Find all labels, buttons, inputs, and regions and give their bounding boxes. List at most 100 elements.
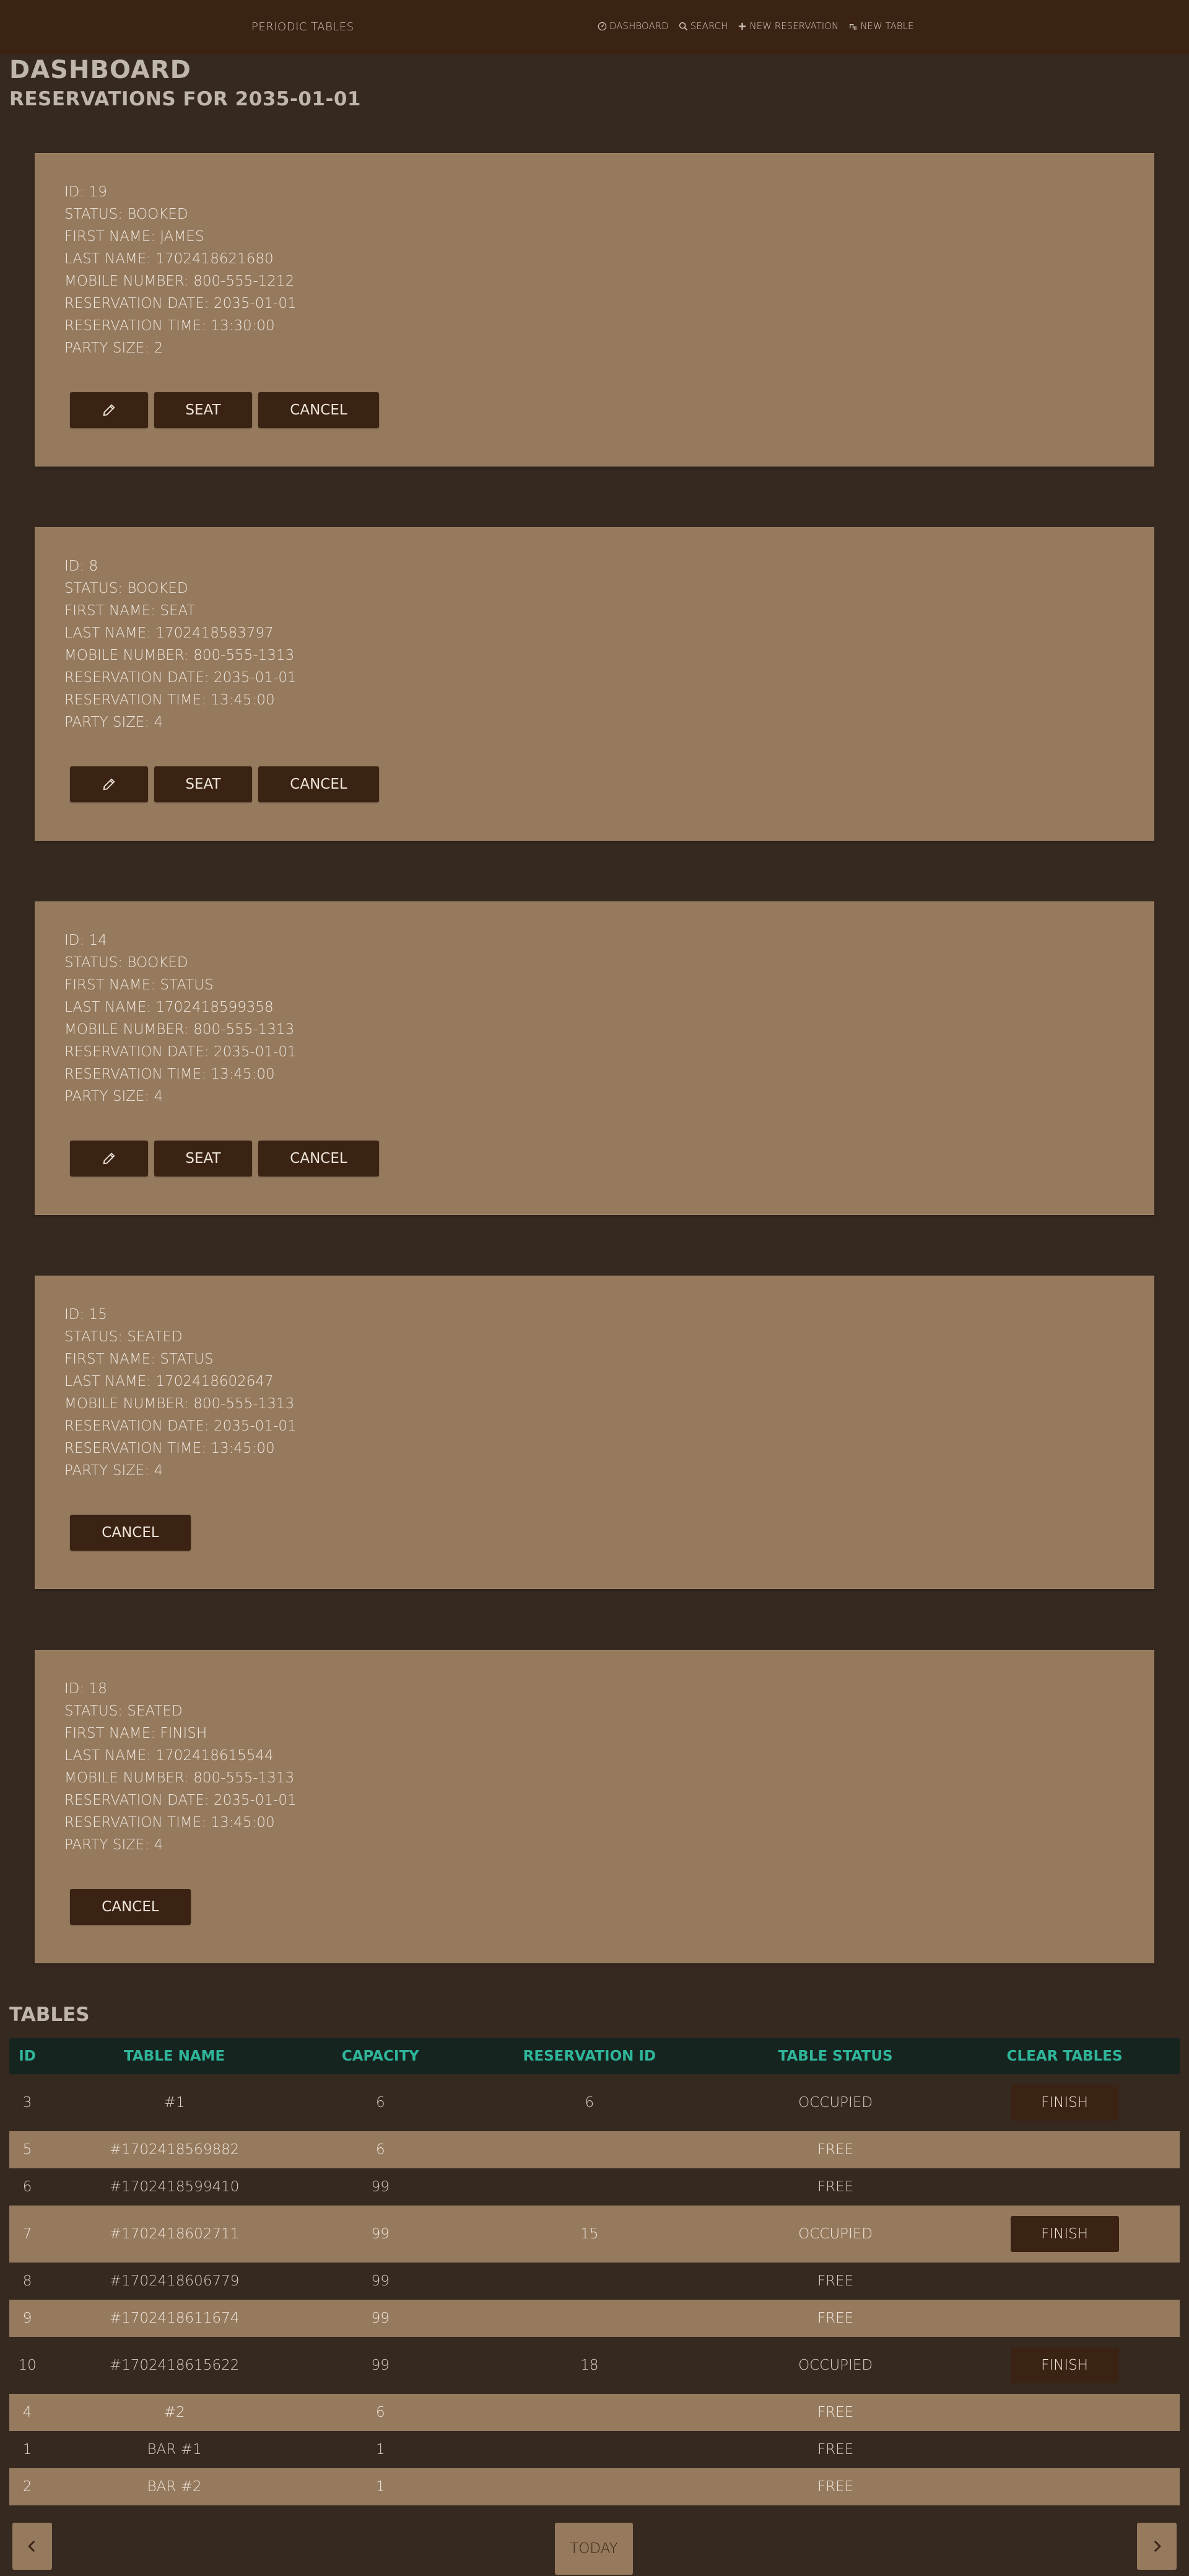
clear-table-cell (949, 2263, 1180, 2300)
reservation-party-size: PARTY SIZE: 4 (64, 1837, 163, 1853)
table-reservation-id-cell: 6 (457, 2074, 722, 2131)
table-reservation-id-cell (457, 2394, 722, 2431)
cancel-button[interactable]: CANCEL (258, 392, 379, 428)
reservation-party-size: PARTY SIZE: 4 (64, 1089, 163, 1105)
reservation-card: ID: 8 STATUS: BOOKED FIRST NAME: SEAT LA… (35, 527, 1154, 841)
table-status-cell: OCCUPIED (721, 2206, 950, 2263)
table-capacity-cell: 6 (303, 2131, 458, 2168)
reservation-status: STATUS: BOOKED (64, 580, 188, 597)
reservation-time: RESERVATION TIME: 13:45:00 (64, 1440, 275, 1457)
reservation-date: RESERVATION DATE: 2035-01-01 (64, 1418, 297, 1434)
reservation-first-name: FIRST NAME: SEAT (64, 603, 196, 619)
clear-table-cell (949, 2168, 1180, 2206)
page-title: DASHBOARD (9, 56, 191, 84)
table-name-cell: #1 (45, 2074, 303, 2131)
clear-table-cell: FINISH (949, 2074, 1180, 2131)
table-status-cell: OCCUPIED (721, 2337, 950, 2394)
cancel-button[interactable]: CANCEL (258, 766, 379, 802)
reservation-card: ID: 15 STATUS: SEATED FIRST NAME: STATUS… (35, 1276, 1154, 1589)
table-status-cell: FREE (721, 2131, 950, 2168)
reservation-card: ID: 18 STATUS: SEATED FIRST NAME: FINISH… (35, 1650, 1154, 1963)
brand-title[interactable]: PERIODIC TABLES (251, 20, 354, 33)
cancel-button[interactable]: CANCEL (70, 1889, 191, 1925)
reservation-time: RESERVATION TIME: 13:30:00 (64, 318, 275, 334)
finish-button[interactable]: FINISH (1010, 2216, 1119, 2252)
cancel-button[interactable]: CANCEL (258, 1141, 379, 1176)
table-capacity-cell: 99 (303, 2206, 458, 2263)
reservation-status: STATUS: BOOKED (64, 955, 188, 971)
table-capacity-cell: 99 (303, 2263, 458, 2300)
chevron-right-icon (1154, 2540, 1161, 2552)
table-capacity-cell: 1 (303, 2468, 458, 2505)
table-id-cell: 6 (9, 2168, 46, 2206)
table-id-cell: 5 (9, 2131, 46, 2168)
table-capacity-cell: 99 (303, 2300, 458, 2337)
table-capacity-cell: 99 (303, 2168, 458, 2206)
today-button[interactable]: TODAY (555, 2523, 633, 2575)
reservation-id: ID: 18 (64, 1681, 107, 1697)
nav-new-table-link[interactable]: NEW TABLE (848, 20, 913, 32)
clear-table-cell (949, 2431, 1180, 2468)
nav-dashboard-link[interactable]: DASHBOARD (598, 20, 669, 32)
reservation-id: ID: 15 (64, 1307, 107, 1323)
nav-new-table-label: NEW TABLE (860, 20, 914, 32)
reservation-time: RESERVATION TIME: 13:45:00 (64, 692, 275, 708)
nav-new-reservation-label: NEW RESERVATION (749, 20, 839, 32)
page-subtitle: RESERVATIONS FOR 2035-01-01 (9, 88, 361, 110)
reservation-date: RESERVATION DATE: 2035-01-01 (64, 296, 297, 312)
table-id-cell: 9 (9, 2300, 46, 2337)
seat-button[interactable]: SEAT (154, 1141, 252, 1176)
reservation-mobile: MOBILE NUMBER: 800-555-1313 (64, 1770, 295, 1786)
table-row: 4 #2 6 FREE (9, 2394, 1180, 2431)
pencil-icon (103, 404, 115, 416)
table-id-cell: 2 (9, 2468, 46, 2505)
table-name-cell: #1702418602711 (45, 2206, 303, 2263)
clear-table-cell (949, 2394, 1180, 2431)
reservation-card: ID: 14 STATUS: BOOKED FIRST NAME: STATUS… (35, 901, 1154, 1215)
table-row: 5 #1702418569882 6 FREE (9, 2131, 1180, 2168)
table-id-cell: 1 (9, 2431, 46, 2468)
nav-new-reservation-link[interactable]: NEW RESERVATION (738, 20, 838, 32)
table-row: 9 #1702418611674 99 FREE (9, 2300, 1180, 2337)
reservation-mobile: MOBILE NUMBER: 800-555-1212 (64, 273, 295, 289)
reservation-last-name: LAST NAME: 1702418602647 (64, 1373, 274, 1390)
reservation-mobile: MOBILE NUMBER: 800-555-1313 (64, 1396, 295, 1412)
column-header-id: ID (9, 2038, 46, 2074)
table-reservation-id-cell (457, 2468, 722, 2505)
search-icon (679, 22, 687, 30)
reservation-last-name: LAST NAME: 1702418599358 (64, 999, 274, 1015)
nav-search-link[interactable]: SEARCH (679, 20, 728, 32)
table-name-cell: BAR #1 (45, 2431, 303, 2468)
reservation-first-name: FIRST NAME: FINISH (64, 1725, 207, 1741)
reservation-mobile: MOBILE NUMBER: 800-555-1313 (64, 647, 295, 664)
chevron-left-icon (28, 2540, 35, 2552)
table-row: 8 #1702418606779 99 FREE (9, 2263, 1180, 2300)
column-header-clear-tables: CLEAR TABLES (949, 2038, 1180, 2074)
table-id-cell: 8 (9, 2263, 46, 2300)
table-capacity-cell: 6 (303, 2074, 458, 2131)
finish-button[interactable]: FINISH (1010, 2347, 1119, 2383)
reservation-date: RESERVATION DATE: 2035-01-01 (64, 670, 297, 686)
edit-button[interactable] (70, 392, 148, 428)
next-day-button[interactable] (1137, 2523, 1177, 2570)
reservation-id: ID: 8 (64, 558, 98, 574)
finish-button[interactable]: FINISH (1010, 2085, 1119, 2121)
seat-button[interactable]: SEAT (154, 766, 252, 802)
table-name-cell: #2 (45, 2394, 303, 2431)
table-row: 10 #1702418615622 99 18 OCCUPIED FINISH (9, 2337, 1180, 2394)
table-reservation-id-cell: 18 (457, 2337, 722, 2394)
reservation-last-name: LAST NAME: 1702418621680 (64, 251, 274, 267)
previous-day-button[interactable] (12, 2523, 52, 2570)
seat-button[interactable]: SEAT (154, 392, 252, 428)
reservation-card: ID: 19 STATUS: BOOKED FIRST NAME: JAMES … (35, 153, 1154, 467)
table-name-cell: #1702418569882 (45, 2131, 303, 2168)
edit-button[interactable] (70, 766, 148, 802)
column-header-reservation-id: RESERVATION ID (457, 2038, 722, 2074)
cancel-button[interactable]: CANCEL (70, 1515, 191, 1551)
table-status-cell: FREE (721, 2168, 950, 2206)
reservation-last-name: LAST NAME: 1702418615544 (64, 1748, 274, 1764)
table-id-cell: 7 (9, 2206, 46, 2263)
edit-button[interactable] (70, 1141, 148, 1176)
column-header-capacity: CAPACITY (303, 2038, 458, 2074)
table-row: 6 #1702418599410 99 FREE (9, 2168, 1180, 2206)
